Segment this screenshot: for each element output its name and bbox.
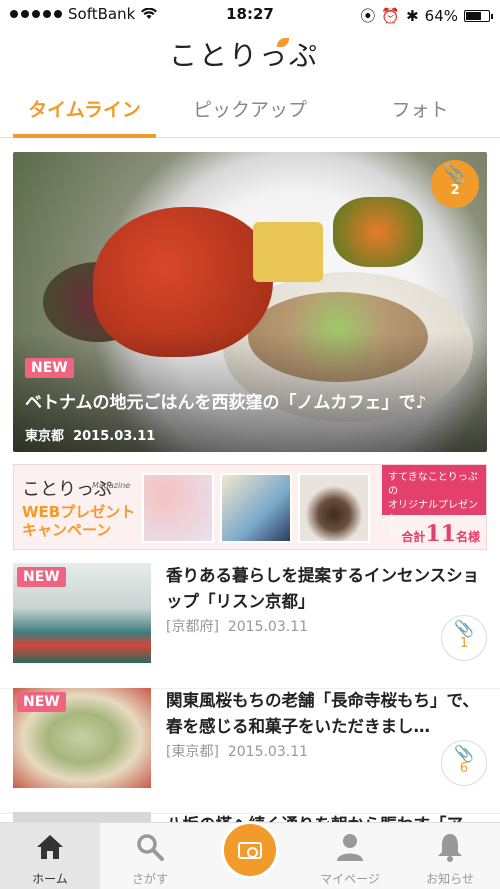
alarm-icon: ⏰ [381,6,401,25]
clip-button[interactable]: 📎 6 [441,740,487,786]
tab-mypage[interactable]: マイページ [300,823,400,889]
list-item[interactable]: NEW 関東風桜もちの老舗「長命寺桜もち」で、春を感じる和菓子をいただきまし… … [0,688,500,814]
tab-mypage-label: マイページ [320,872,380,886]
banner-web-text: WEBプレゼント キャンペーン [22,503,136,539]
article-location: [京都府] [166,619,219,635]
tab-home-label: ホーム [32,872,68,886]
banner-image-books [220,473,292,543]
tab-search[interactable]: さがす [100,823,200,889]
tab-photo[interactable]: フォト [360,88,480,138]
lock-rotation-icon: ⦿ [360,7,376,25]
top-tabs: タイムライン ピックアップ フォト [0,88,500,138]
home-icon [37,835,63,859]
list-item[interactable]: NEW 香りある暮らしを提案するインセンスショップ「リスン京都」 [京都府] 2… [0,563,500,689]
article-thumbnail: NEW [13,563,151,663]
banner-magazine: Magazine [92,481,131,490]
article-title: 関東風桜もちの老舗「長命寺桜もち」で、春を感じる和菓子をいただきまし… [166,691,479,736]
hero-image-omelette [253,222,323,282]
tab-timeline[interactable]: タイムライン [13,88,156,138]
article-location: [東京都] [166,744,219,760]
hero-title: ベトナムの地元ごはんを西荻窪の「ノムカフェ」で♪ [25,393,427,413]
clip-button[interactable]: 📎 1 [441,615,487,661]
hero-article[interactable]: 📎 2 NEW ベトナムの地元ごはんを西荻窪の「ノムカフェ」で♪ 東京都 201… [13,152,487,452]
new-badge: NEW [17,692,66,712]
search-icon [137,834,164,861]
battery-icon [464,9,493,22]
hero-location: 東京都 [25,429,65,444]
article-date: 2015.03.11 [227,744,309,760]
hero-clip-count: 2 [450,183,460,198]
person-icon [337,834,363,861]
clip-count: 1 [459,636,469,651]
banner-total: 合計11名様 [401,521,480,547]
tab-pickup[interactable]: ピックアップ [180,88,320,138]
present-campaign-banner[interactable]: ことりっぷ Magazine WEBプレゼント キャンペーン すてきなことりっぷ… [13,464,487,550]
clip-count: 6 [459,761,469,776]
status-right: ⦿ ⏰ ✱ 64% [360,5,493,26]
hero-image-vegetables [333,197,423,267]
article-meta: [京都府] 2015.03.11 [166,616,308,636]
tab-notifications[interactable]: お知らせ [400,823,500,889]
article-title: 香りある暮らしを提案するインセンスショップ「リスン京都」 [166,566,480,611]
new-badge: NEW [17,567,66,587]
banner-image-plates [142,473,214,543]
camera-icon [238,842,262,859]
hero-date: 2015.03.11 [73,429,156,444]
tab-notifications-label: お知らせ [426,872,474,886]
camera-button[interactable] [221,821,279,879]
new-badge: NEW [25,358,74,378]
bottom-tab-bar: ホーム さがす マイページ お知らせ [0,821,500,889]
tab-search-label: さがす [131,872,168,886]
battery-label: 64% [424,6,458,25]
app-logo: ことりっぷ [168,38,319,72]
banner-promo-box: すてきなことりっぷの オリジナルプレゼント が当たる [382,465,486,539]
tab-home[interactable]: ホーム [0,823,100,889]
hero-clip-button[interactable]: 📎 2 [431,160,479,208]
article-thumbnail: NEW [13,688,151,788]
bluetooth-icon: ✱ [406,6,419,25]
paperclip-icon: 📎 [443,164,467,185]
article-date: 2015.03.11 [227,619,309,635]
bell-icon [438,834,462,862]
banner-image-cups [298,473,370,543]
article-meta: [東京都] 2015.03.11 [166,741,308,761]
status-bar: SoftBank 18:27 ⦿ ⏰ ✱ 64% [0,0,500,30]
hero-meta: 東京都 2015.03.11 [25,425,155,444]
